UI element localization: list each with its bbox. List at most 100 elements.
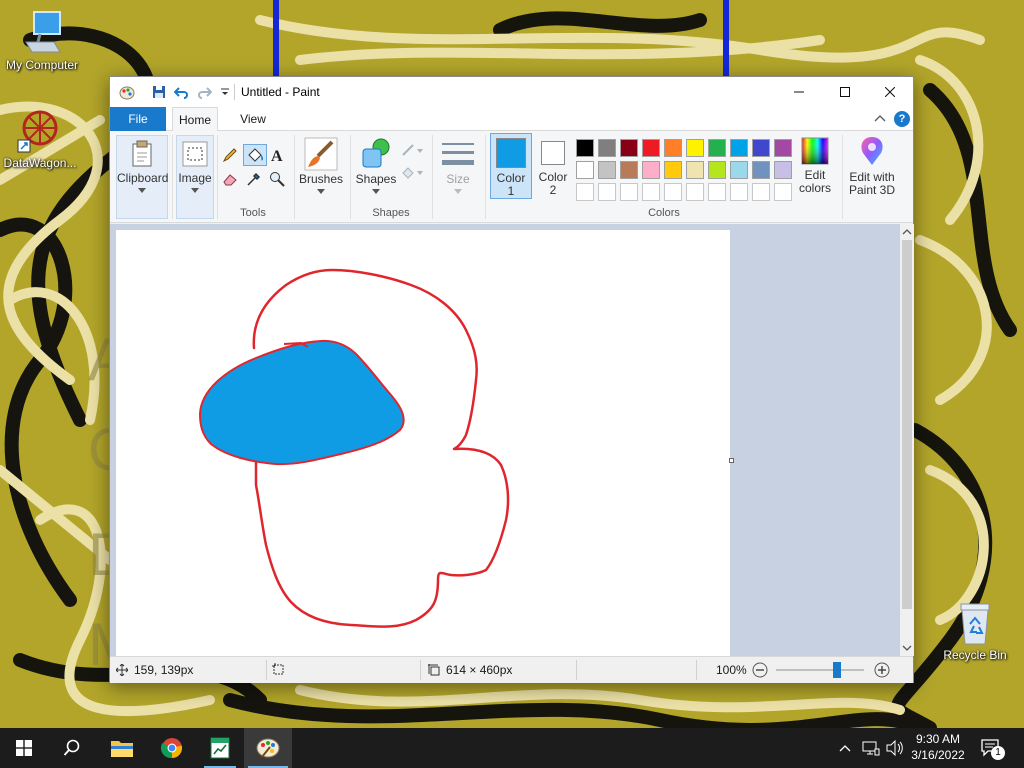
palette-swatch[interactable] xyxy=(752,161,770,179)
palette-swatch[interactable] xyxy=(730,139,748,157)
computer-icon xyxy=(25,11,61,53)
search-button[interactable] xyxy=(48,728,96,768)
system-clock[interactable]: 9:30 AM 3/16/2022 xyxy=(904,731,972,763)
color2-button[interactable]: Color 2 xyxy=(534,133,572,199)
tab-home[interactable]: Home xyxy=(172,107,218,132)
vertical-scrollbar-thumb[interactable] xyxy=(902,240,912,609)
zoom-slider-thumb[interactable] xyxy=(833,662,841,678)
action-center-button[interactable]: 1 xyxy=(978,736,1005,760)
fill-bucket-icon xyxy=(248,148,264,162)
edit-colors-button[interactable]: Edit colors xyxy=(794,133,836,201)
zoom-in-icon[interactable] xyxy=(874,662,890,678)
size-label: Size xyxy=(446,172,470,186)
vertical-scrollbar[interactable] xyxy=(900,224,914,656)
scroll-up-icon[interactable] xyxy=(900,225,914,239)
palette-swatch-custom[interactable] xyxy=(620,183,638,201)
palette-swatch[interactable] xyxy=(752,139,770,157)
eraser-tool[interactable] xyxy=(220,169,240,189)
save-icon[interactable] xyxy=(150,83,168,101)
zoom-slider[interactable] xyxy=(776,662,864,678)
scroll-down-icon[interactable] xyxy=(900,641,914,655)
maximize-button[interactable] xyxy=(822,77,868,107)
canvas-size-text: 614 × 460px xyxy=(446,663,513,677)
volume-icon[interactable] xyxy=(886,740,904,756)
palette-swatch[interactable] xyxy=(576,161,594,179)
palette-swatch-custom[interactable] xyxy=(730,183,748,201)
window-title: Untitled - Paint xyxy=(241,85,320,99)
fill-tool[interactable] xyxy=(243,144,267,166)
palette-swatch[interactable] xyxy=(686,139,704,157)
size-button[interactable]: Size xyxy=(436,135,480,205)
title-separator xyxy=(234,84,235,100)
chevron-up-icon[interactable] xyxy=(838,742,852,754)
palette-swatch[interactable] xyxy=(642,161,660,179)
palette-swatch[interactable] xyxy=(620,161,638,179)
palette-swatch[interactable] xyxy=(708,139,726,157)
palette-swatch[interactable] xyxy=(598,161,616,179)
fill-style-button[interactable] xyxy=(400,162,424,182)
minimize-button[interactable] xyxy=(776,77,822,107)
palette-swatch[interactable] xyxy=(664,161,682,179)
paint-taskbar-button[interactable] xyxy=(244,728,292,768)
magnifier-tool[interactable] xyxy=(267,169,287,189)
network-icon[interactable] xyxy=(862,740,880,756)
desktop-icon-recycle-bin[interactable]: Recycle Bin xyxy=(933,600,1017,662)
redo-icon[interactable] xyxy=(195,83,213,101)
brushes-label: Brushes xyxy=(298,172,344,186)
palette-swatch-custom[interactable] xyxy=(576,183,594,201)
selection-icon xyxy=(272,663,284,675)
zoom-out-icon[interactable] xyxy=(752,662,768,678)
paint-palette-icon xyxy=(256,738,280,758)
palette-swatch-custom[interactable] xyxy=(664,183,682,201)
shapes-button[interactable]: Shapes xyxy=(354,135,398,205)
palette-swatch[interactable] xyxy=(576,139,594,157)
status-separator xyxy=(420,660,421,680)
palette-swatch-custom[interactable] xyxy=(598,183,616,201)
palette-swatch[interactable] xyxy=(686,161,704,179)
customize-toolbar-icon[interactable] xyxy=(216,83,234,101)
start-button[interactable] xyxy=(0,728,48,768)
tab-file[interactable]: File xyxy=(110,107,166,131)
color-picker-tool[interactable] xyxy=(244,169,264,189)
undo-icon[interactable] xyxy=(173,83,191,101)
desktop-icon-datawagon[interactable]: DataWagon... xyxy=(0,104,82,170)
color1-button[interactable]: Color 1 xyxy=(490,133,532,199)
help-icon[interactable]: ? xyxy=(894,111,910,127)
drawing-canvas[interactable] xyxy=(116,230,730,656)
edit-with-paint3d-button[interactable]: Edit with Paint 3D xyxy=(846,133,898,201)
chevron-up-icon[interactable] xyxy=(872,111,888,127)
paint-app-icon[interactable] xyxy=(118,83,136,101)
image-button[interactable]: Image xyxy=(176,135,214,219)
palette-swatch[interactable] xyxy=(642,139,660,157)
clipboard-button[interactable]: Clipboard xyxy=(116,135,168,219)
tab-view[interactable]: View xyxy=(230,107,276,131)
palette-swatch[interactable] xyxy=(664,139,682,157)
palette-swatch-custom[interactable] xyxy=(752,183,770,201)
palette-swatch[interactable] xyxy=(620,139,638,157)
clipboard-icon xyxy=(132,140,152,167)
outline-button[interactable] xyxy=(400,140,424,160)
spreadsheet-app-button[interactable] xyxy=(196,728,244,768)
palette-swatch-custom[interactable] xyxy=(774,183,792,201)
ribbon-separator xyxy=(485,135,486,219)
close-button[interactable] xyxy=(867,77,913,107)
palette-swatch-custom[interactable] xyxy=(708,183,726,201)
palette-swatch-custom[interactable] xyxy=(686,183,704,201)
text-tool[interactable]: A xyxy=(268,145,288,165)
palette-swatch[interactable] xyxy=(774,139,792,157)
canvas-resize-handle[interactable] xyxy=(729,458,734,463)
pencil-tool[interactable] xyxy=(220,145,240,165)
folder-icon xyxy=(111,741,133,757)
palette-swatch-custom[interactable] xyxy=(642,183,660,201)
palette-swatch[interactable] xyxy=(730,161,748,179)
palette-swatch[interactable] xyxy=(708,161,726,179)
image-label: Image xyxy=(178,171,212,185)
recycle-bin-icon xyxy=(960,603,990,645)
brushes-button[interactable]: Brushes xyxy=(298,135,344,205)
file-explorer-button[interactable] xyxy=(98,728,146,768)
palette-swatch[interactable] xyxy=(598,139,616,157)
tools-group-label: Tools xyxy=(240,207,266,219)
desktop-icon-my-computer[interactable]: My Computer xyxy=(0,8,84,72)
palette-swatch[interactable] xyxy=(774,161,792,179)
chrome-button[interactable] xyxy=(148,728,196,768)
